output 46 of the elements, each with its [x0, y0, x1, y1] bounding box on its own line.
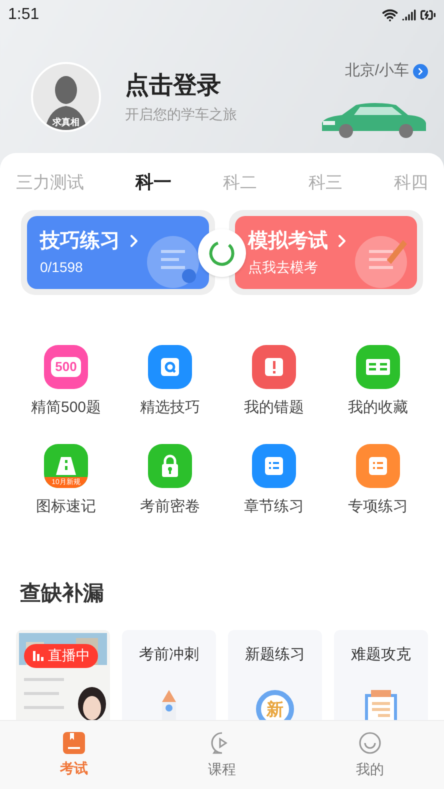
- shortcut-label[interactable]: 图标速记: [36, 496, 96, 518]
- nav-tab[interactable]: 我的: [296, 721, 444, 789]
- live-badge: 直播中: [24, 644, 98, 668]
- checklist-icon: [356, 444, 400, 488]
- magnifier-icon: 新: [256, 690, 294, 720]
- counter-icon: 500: [44, 345, 88, 389]
- book-icon: [63, 732, 85, 754]
- smile-icon: [358, 730, 382, 754]
- topic-card[interactable]: 新题练习 新: [228, 630, 322, 720]
- login-subtitle: 开启您的学车之旅: [125, 105, 237, 124]
- wifi-icon: [382, 7, 398, 23]
- battery-icon: [420, 7, 436, 23]
- car-icon: [320, 100, 428, 140]
- location-selector[interactable]: 北京/小车: [344, 60, 428, 82]
- card-title: 技巧练习: [40, 229, 120, 254]
- alert-icon: [252, 345, 296, 389]
- bars-icon: [32, 650, 44, 662]
- shortcut-label[interactable]: 章节练习: [244, 496, 304, 518]
- card-title: 难题攻克: [351, 644, 411, 664]
- book-icon: [356, 345, 400, 389]
- shortcut-label[interactable]: 专项练习: [348, 496, 408, 518]
- subject-tab[interactable]: 科一: [136, 169, 172, 196]
- card-title: 考前冲刺: [139, 644, 199, 664]
- avatar-caption: 求真相: [52, 118, 80, 127]
- card-title: 模拟考试: [248, 228, 328, 254]
- list-icon: [252, 444, 296, 488]
- card-subtitle: 0/1598: [40, 258, 84, 277]
- shortcut-label[interactable]: 我的收藏: [348, 397, 408, 420]
- lock-icon: [148, 444, 192, 488]
- avatar[interactable]: 求真相: [31, 62, 101, 132]
- signal-icon: [402, 8, 416, 22]
- person-silhouette-icon: [44, 74, 88, 130]
- card-title: 新题练习: [245, 644, 305, 664]
- status-time: 1:51: [8, 5, 40, 25]
- nav-tab[interactable]: 课程: [148, 721, 296, 789]
- card-subtitle: 点我去模考: [248, 258, 319, 277]
- topic-card[interactable]: 难题攻克: [334, 630, 428, 720]
- chevron-icon: [413, 64, 428, 79]
- section-title: 查缺补漏: [18, 580, 105, 607]
- search-icon: [148, 345, 192, 389]
- shortcut-label[interactable]: 我的错题: [244, 397, 304, 420]
- login-title[interactable]: 点击登录: [125, 70, 237, 102]
- topic-card[interactable]: 考前冲刺: [122, 630, 216, 720]
- shortcut-label[interactable]: 精简500题: [30, 397, 102, 420]
- shortcut-label[interactable]: 精选技巧: [140, 397, 200, 420]
- shortcut-label[interactable]: 考前密卷: [140, 496, 200, 518]
